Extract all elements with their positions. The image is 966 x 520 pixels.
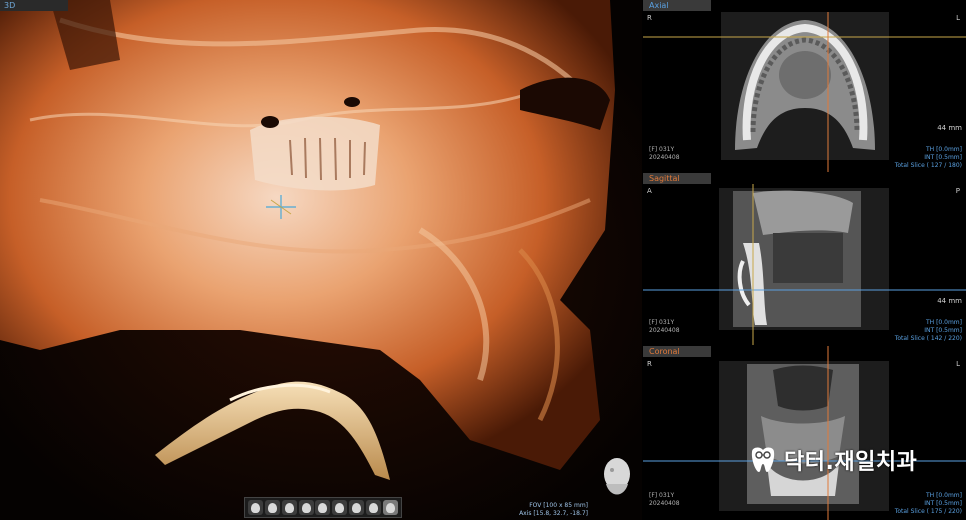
sagittal-view[interactable]: Sagittal A P 44 mm [F] 031Y 20240408 TH [… — [643, 173, 966, 345]
fov-line: FOV [100 x 85 mm] — [529, 502, 588, 509]
axis-line: Axis [15.8, 32.7, -18.7] — [519, 510, 588, 517]
view-label-3d: 3D — [0, 0, 68, 11]
patient-info: [F] 031Y 20240408 — [649, 492, 680, 507]
coronal-view[interactable]: Coronal R L [F] 031Y 20240408 TH [0.0mm] I… — [643, 346, 966, 520]
head-left-icon[interactable] — [281, 500, 297, 515]
head-back-icon[interactable] — [264, 500, 280, 515]
axial-view[interactable]: Axial R L 44 mm [F] 031Y 20240408 TH [0.0… — [643, 0, 966, 172]
scale-label: 44 mm — [937, 297, 962, 305]
slice-info: TH [0.0mm] INT [0.5mm] Total Slice ( 142 /… — [894, 319, 962, 342]
head-right-icon[interactable] — [298, 500, 314, 515]
head-selected-icon[interactable] — [382, 500, 398, 515]
head-top-icon[interactable] — [315, 500, 331, 515]
head-front-icon[interactable] — [247, 500, 263, 515]
brand-name: 닥터.재일치과 — [784, 450, 918, 475]
volume-3d-view[interactable]: 3D FOV [100 x 85 mm] Axis [15.8, 32.7, -… — [0, 0, 642, 520]
slice-info: TH [0.0mm] INT [0.5mm] Total Slice ( 175 /… — [894, 492, 962, 515]
tooth-logo-icon — [751, 447, 775, 472]
fov-info: FOV [100 x 85 mm] Axis [15.8, 32.7, -18.… — [519, 502, 588, 518]
patient-info: [F] 031Y 20240408 — [649, 146, 680, 161]
head-bottom-icon[interactable] — [332, 500, 348, 515]
slice-info: TH [0.0mm] INT [0.5mm] Total Slice ( 127 /… — [894, 146, 962, 169]
view-toolbar — [244, 497, 402, 518]
head-reset-icon[interactable] — [366, 500, 382, 515]
patient-info: [F] 031Y 20240408 — [649, 319, 680, 334]
head-oblique-icon[interactable] — [349, 500, 365, 515]
volume-render — [0, 0, 642, 520]
scale-label: 44 mm — [937, 124, 962, 132]
brand-watermark: 닥터.재일치과 — [748, 444, 917, 476]
